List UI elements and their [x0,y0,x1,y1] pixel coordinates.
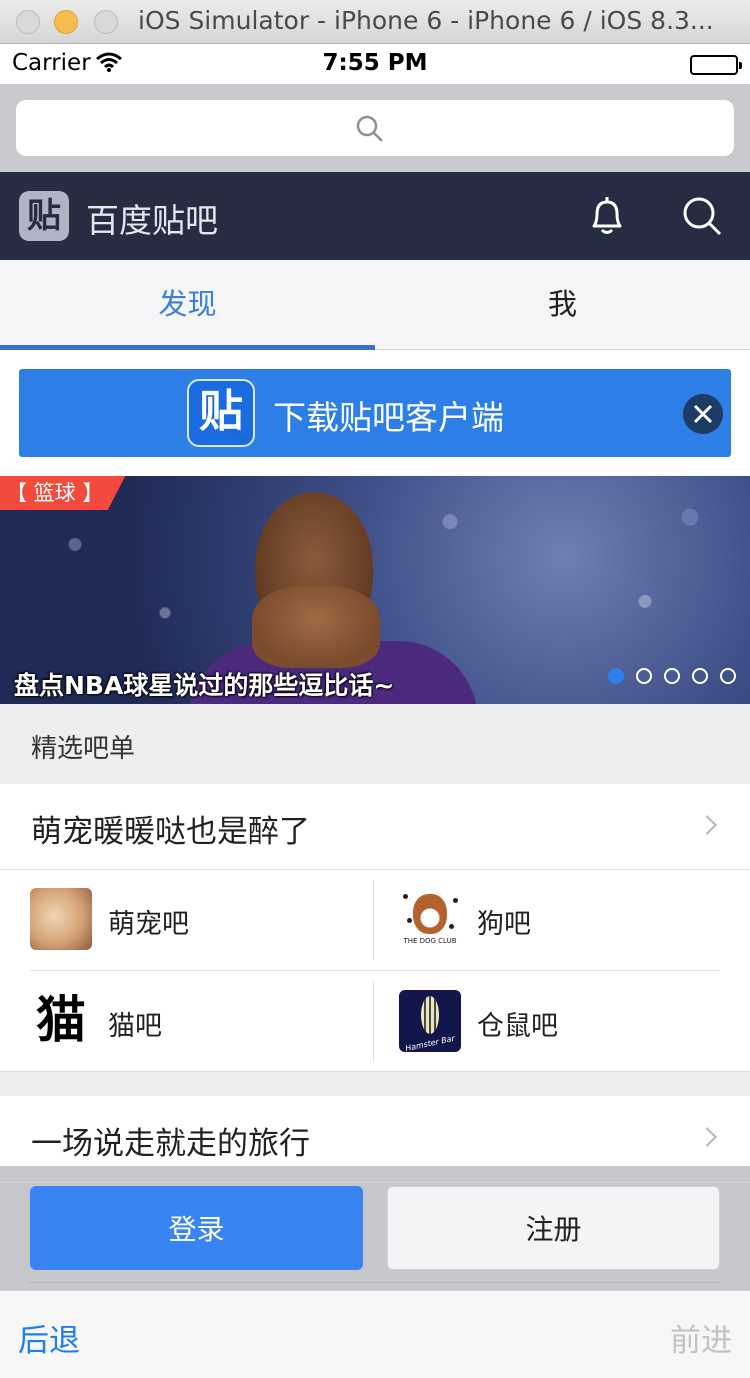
bar-name: 猫吧 [108,1011,162,1042]
bar-name: 萌宠吧 [108,909,189,940]
cat-glyph-avatar: 猫 [30,990,92,1052]
minimize-window-button[interactable] [54,10,78,34]
register-button[interactable]: 注册 [387,1186,720,1270]
tab-bar: 发现 我 [0,260,750,350]
window-title: iOS Simulator - iPhone 6 - iPhone 6 / iO… [138,6,714,35]
list-title: 一场说走就走的旅行 [31,1126,310,1162]
page-dot[interactable] [664,668,680,684]
search-bar-area [0,84,750,172]
list-title-row[interactable]: 一场说走就走的旅行 [0,1096,750,1166]
battery-icon [690,55,742,75]
bar-item-cats[interactable]: 猫 猫吧 [30,972,374,1072]
kitten-avatar [30,888,92,950]
bar-name: 仓鼠吧 [477,1011,558,1042]
chevron-right-icon [697,815,717,835]
search-field[interactable] [16,100,734,156]
bell-icon[interactable] [586,194,628,238]
forward-button[interactable]: 前进 [670,1315,732,1360]
avatar-text: THE DOG CLUB [403,937,457,945]
divider [0,1182,750,1183]
section-gap [0,1072,750,1096]
app-title: 百度贴吧 [86,201,218,240]
divider [28,1282,720,1283]
bar-item-dogs[interactable]: THE DOG CLUB 狗吧 [399,870,743,970]
list-title-row[interactable]: 萌宠暖暖哒也是醉了 [0,784,750,870]
hamster-bar-avatar: Hamster Bar [399,990,461,1052]
section-title: 精选吧单 [31,734,136,764]
page-dot[interactable] [720,668,736,684]
status-time: 7:55 PM [322,50,428,76]
hero-image-hands [252,586,380,668]
avatar-text: Hamster Bar [404,1033,456,1052]
app-header: 贴 百度贴吧 [0,172,750,260]
bar-item-pets[interactable]: 萌宠吧 [30,870,374,970]
tieba-logo-icon: 贴 [19,191,69,241]
divider [30,970,720,971]
back-button[interactable]: 后退 [18,1315,80,1360]
zoom-window-button[interactable] [94,10,118,34]
page-dot[interactable] [608,668,624,684]
tab-me[interactable]: 我 [375,260,750,350]
hero-caption: 盘点NBA球星说过的那些逗比话~ [14,671,395,700]
chevron-right-icon [697,1127,717,1147]
paw-icon: 🐾 [230,428,248,444]
page-dot[interactable] [636,668,652,684]
bar-item-hamsters[interactable]: Hamster Bar 仓鼠吧 [399,972,743,1072]
category-tag: 【 篮球 】 [0,476,126,510]
close-window-button[interactable] [16,10,40,34]
download-app-banner[interactable]: 贴 🐾 下载贴吧客户端 [19,369,731,457]
search-input[interactable] [76,100,676,156]
list-title: 萌宠暖暖哒也是醉了 [31,814,310,850]
window-titlebar: iOS Simulator - iPhone 6 - iPhone 6 / iO… [0,0,750,44]
bar-name: 狗吧 [477,909,531,940]
section-header: 精选吧单 [0,704,750,784]
status-bar: Carrier 7:55 PM [0,44,750,84]
auth-overlay: 登录 注册 [0,1166,750,1290]
login-button[interactable]: 登录 [30,1186,363,1270]
page-dot[interactable] [692,668,708,684]
download-banner-text: 下载贴吧客户端 [273,398,504,437]
tab-indicator [0,345,375,350]
bar-grid: 萌宠吧 THE DOG CLUB 狗吧 猫 猫吧 Hamster Bar 仓鼠吧 [0,870,750,1072]
close-icon[interactable] [683,394,723,434]
browser-toolbar: 后退 前进 [0,1290,750,1378]
header-search-icon[interactable] [680,194,724,238]
tieba-app-icon: 贴 🐾 [187,379,255,447]
dog-club-avatar: THE DOG CLUB [399,888,461,950]
avatar-text: 猫 [36,991,86,1049]
tab-discover[interactable]: 发现 [0,260,375,350]
